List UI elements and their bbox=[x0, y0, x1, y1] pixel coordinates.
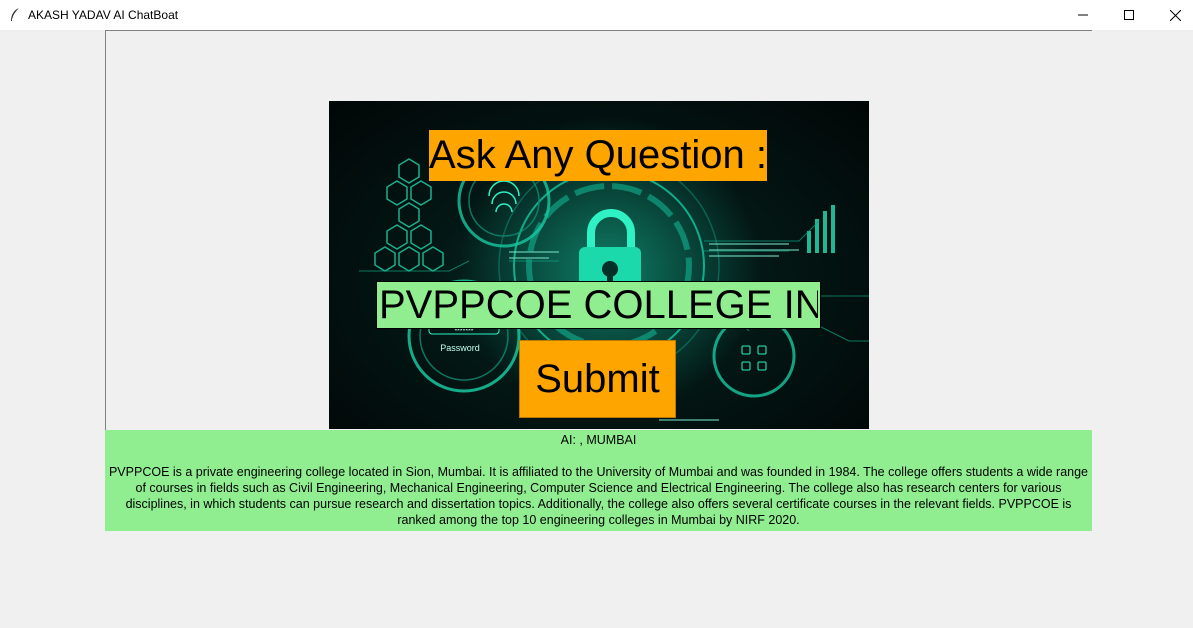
maximize-icon bbox=[1124, 10, 1134, 20]
maximize-button[interactable] bbox=[1106, 0, 1152, 30]
minimize-button[interactable] bbox=[1060, 0, 1106, 30]
title-bar: AKASH YADAV AI ChatBoat bbox=[0, 0, 1193, 30]
close-icon bbox=[1169, 9, 1181, 21]
answer-body: PVPPCOE is a private engineering college… bbox=[108, 465, 1089, 527]
answer-panel: AI: , MUMBAI PVPPCOE is a private engine… bbox=[105, 430, 1092, 531]
window-title: AKASH YADAV AI ChatBoat bbox=[28, 8, 179, 22]
feather-icon bbox=[8, 7, 22, 23]
close-button[interactable] bbox=[1152, 0, 1193, 30]
ask-question-label: Ask Any Question : bbox=[429, 130, 767, 181]
password-text: Password bbox=[440, 343, 480, 353]
question-input[interactable] bbox=[376, 281, 821, 329]
submit-button[interactable]: Submit bbox=[519, 340, 676, 418]
password-mask: ******* bbox=[454, 328, 473, 335]
minimize-icon bbox=[1078, 14, 1088, 16]
answer-heading: AI: , MUMBAI bbox=[560, 433, 637, 447]
